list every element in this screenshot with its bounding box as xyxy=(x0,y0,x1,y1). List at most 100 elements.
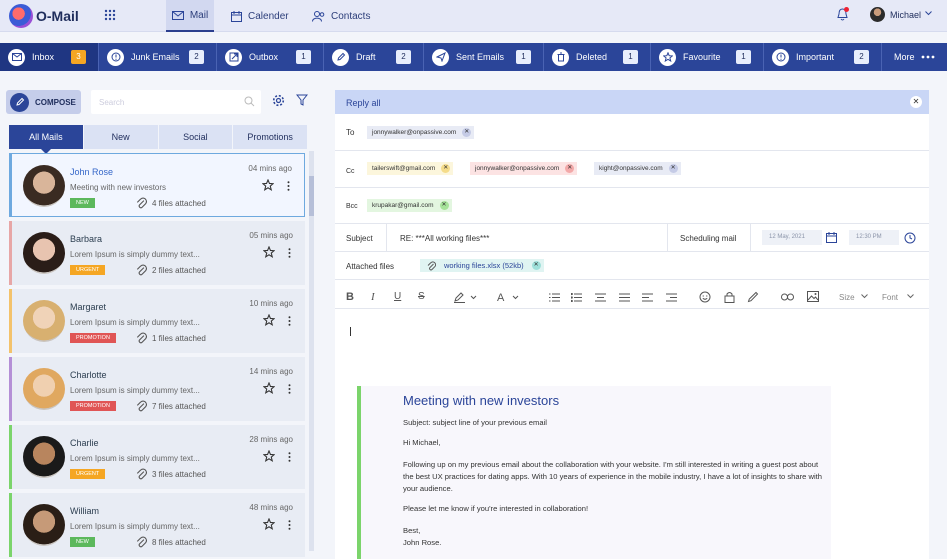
list-scrollbar[interactable] xyxy=(309,151,314,551)
more-vertical-icon[interactable] xyxy=(288,248,291,258)
notification-bell-icon[interactable] xyxy=(837,7,849,21)
schedule-time-input[interactable]: 12:30 PM xyxy=(849,230,899,245)
remove-attachment-icon[interactable]: ✕ xyxy=(531,261,541,270)
attachment-chip[interactable]: working files.xlsx (52kb) ✕ xyxy=(420,259,544,272)
star-icon[interactable] xyxy=(263,450,275,462)
text-cursor[interactable] xyxy=(350,327,351,336)
underline-icon[interactable]: U xyxy=(394,291,401,302)
image-icon[interactable] xyxy=(807,291,819,302)
more-vertical-icon[interactable] xyxy=(288,520,291,530)
tab-new[interactable]: New xyxy=(83,125,158,149)
pen-icon[interactable] xyxy=(747,291,759,303)
chevron-down-icon[interactable] xyxy=(907,294,914,299)
clock-icon[interactable] xyxy=(904,232,916,244)
email-list-item[interactable]: Charlotte 14 mins ago Lorem Ipsum is simpl… xyxy=(9,357,305,421)
email-list-item[interactable]: Charlie 28 mins ago Lorem Ipsum is simply … xyxy=(9,425,305,489)
nav-tab-mail[interactable]: Mail xyxy=(166,0,214,32)
notification-dot xyxy=(844,7,849,12)
highlight-pen-icon[interactable] xyxy=(453,291,479,303)
folder-deleted[interactable]: Deleted 1 xyxy=(544,43,651,71)
folder-count: 1 xyxy=(296,50,311,64)
size-dropdown[interactable]: Size xyxy=(839,293,855,302)
email-preview: Lorem Ipsum is simply dummy text... xyxy=(70,454,200,463)
align-justify-icon[interactable] xyxy=(619,293,630,302)
tab-social[interactable]: Social xyxy=(158,125,233,149)
align-center-icon[interactable] xyxy=(595,293,606,302)
recipient-chip[interactable]: jonnywalker@onpassive.com ✕ xyxy=(470,162,578,175)
strikethrough-icon[interactable]: S xyxy=(418,291,425,302)
folder-label: Favourite xyxy=(683,52,721,62)
scrollbar-thumb[interactable] xyxy=(309,176,314,216)
email-list-item[interactable]: Margaret 10 mins ago Lorem Ipsum is simply… xyxy=(9,289,305,353)
calendar-icon[interactable] xyxy=(826,232,837,243)
folder-junk-emails[interactable]: Junk Emails 2 xyxy=(99,43,217,71)
remove-recipient-icon[interactable]: ✕ xyxy=(439,201,449,210)
ordered-list-icon[interactable] xyxy=(549,293,560,302)
email-list-item[interactable]: William 48 mins ago Lorem Ipsum is simply … xyxy=(9,493,305,557)
remove-recipient-icon[interactable]: ✕ xyxy=(668,164,678,173)
remove-recipient-icon[interactable]: ✕ xyxy=(462,128,472,137)
nav-tab-calender[interactable]: Calender xyxy=(231,0,289,32)
apps-grid-icon[interactable] xyxy=(104,9,116,21)
more-vertical-icon[interactable] xyxy=(288,316,291,326)
recipient-chip[interactable]: kight@onpassive.com ✕ xyxy=(594,162,681,175)
folder-favourite[interactable]: Favourite 1 xyxy=(651,43,764,71)
folder-more[interactable]: More xyxy=(882,43,947,71)
folder-label: Junk Emails xyxy=(131,52,180,62)
folder-inbox[interactable]: Inbox 3 xyxy=(0,43,99,71)
bold-icon[interactable]: B xyxy=(346,291,354,303)
bullet-list-icon[interactable] xyxy=(571,293,582,302)
close-icon[interactable]: ✕ xyxy=(910,96,922,108)
schedule-date-input[interactable]: 12 May, 2021 xyxy=(762,230,822,245)
folder-sent-emails[interactable]: Sent Emails 1 xyxy=(424,43,544,71)
star-icon[interactable] xyxy=(263,314,275,326)
chevron-down-icon[interactable] xyxy=(925,11,932,16)
mail-filter-tabs: All Mails New Social Promotions xyxy=(9,125,307,154)
tab-all-mails[interactable]: All Mails xyxy=(9,125,83,154)
align-right-icon[interactable] xyxy=(666,293,677,302)
more-vertical-icon[interactable] xyxy=(288,452,291,462)
folder-draft[interactable]: Draft 2 xyxy=(324,43,424,71)
lock-icon[interactable] xyxy=(724,291,735,303)
mail-list-panel: COMPOSE Search All Mails New Social Prom… xyxy=(0,84,320,559)
user-name[interactable]: Michael xyxy=(890,10,921,20)
email-list-item[interactable]: John Rose 04 mins ago Meeting with new inv… xyxy=(9,153,305,217)
recipient-chip[interactable]: tailerswift@gmail.com ✕ xyxy=(367,162,454,175)
star-icon[interactable] xyxy=(263,518,275,530)
folder-important[interactable]: Important 2 xyxy=(764,43,882,71)
more-vertical-icon[interactable] xyxy=(287,181,290,191)
font-dropdown[interactable]: Font xyxy=(882,293,898,302)
sender-name: Charlie xyxy=(70,438,99,448)
email-preview: Lorem Ipsum is simply dummy text... xyxy=(70,318,200,327)
more-vertical-icon[interactable] xyxy=(288,384,291,394)
subject-input[interactable]: RE: ***All working files*** xyxy=(400,234,489,243)
email-time: 10 mins ago xyxy=(249,299,293,308)
search-icon[interactable] xyxy=(244,96,255,107)
sender-name: John Rose xyxy=(70,167,114,177)
star-icon[interactable] xyxy=(263,246,275,258)
align-left-icon[interactable] xyxy=(642,293,653,302)
remove-recipient-icon[interactable]: ✕ xyxy=(441,164,451,173)
nav-tab-contacts[interactable]: Contacts xyxy=(312,0,370,32)
filter-icon[interactable] xyxy=(296,94,308,106)
compose-button[interactable]: COMPOSE xyxy=(6,90,81,114)
italic-icon[interactable]: I xyxy=(371,291,375,303)
star-icon[interactable] xyxy=(263,382,275,394)
recipient-chip[interactable]: jonnywalker@onpassive.com ✕ xyxy=(367,126,475,139)
emoji-icon[interactable] xyxy=(699,291,711,303)
star-icon[interactable] xyxy=(262,179,274,191)
settings-gear-icon[interactable] xyxy=(272,94,285,107)
recipient-chip[interactable]: krupakar@gmail.com ✕ xyxy=(367,199,452,212)
link-icon[interactable] xyxy=(781,293,794,301)
quoted-title: Meeting with new investors xyxy=(403,393,560,408)
user-avatar[interactable] xyxy=(870,7,885,22)
folder-outbox[interactable]: Outbox 1 xyxy=(217,43,324,71)
search-input[interactable]: Search xyxy=(91,90,261,114)
remove-recipient-icon[interactable]: ✕ xyxy=(565,164,575,173)
paperclip-icon xyxy=(136,264,147,276)
font-color-icon[interactable]: A xyxy=(495,291,523,304)
chevron-down-icon[interactable] xyxy=(861,294,868,299)
email-list-item[interactable]: Barbara 05 mins ago Lorem Ipsum is simply … xyxy=(9,221,305,285)
paperclip-icon xyxy=(427,261,436,271)
tab-promotions[interactable]: Promotions xyxy=(233,125,307,149)
